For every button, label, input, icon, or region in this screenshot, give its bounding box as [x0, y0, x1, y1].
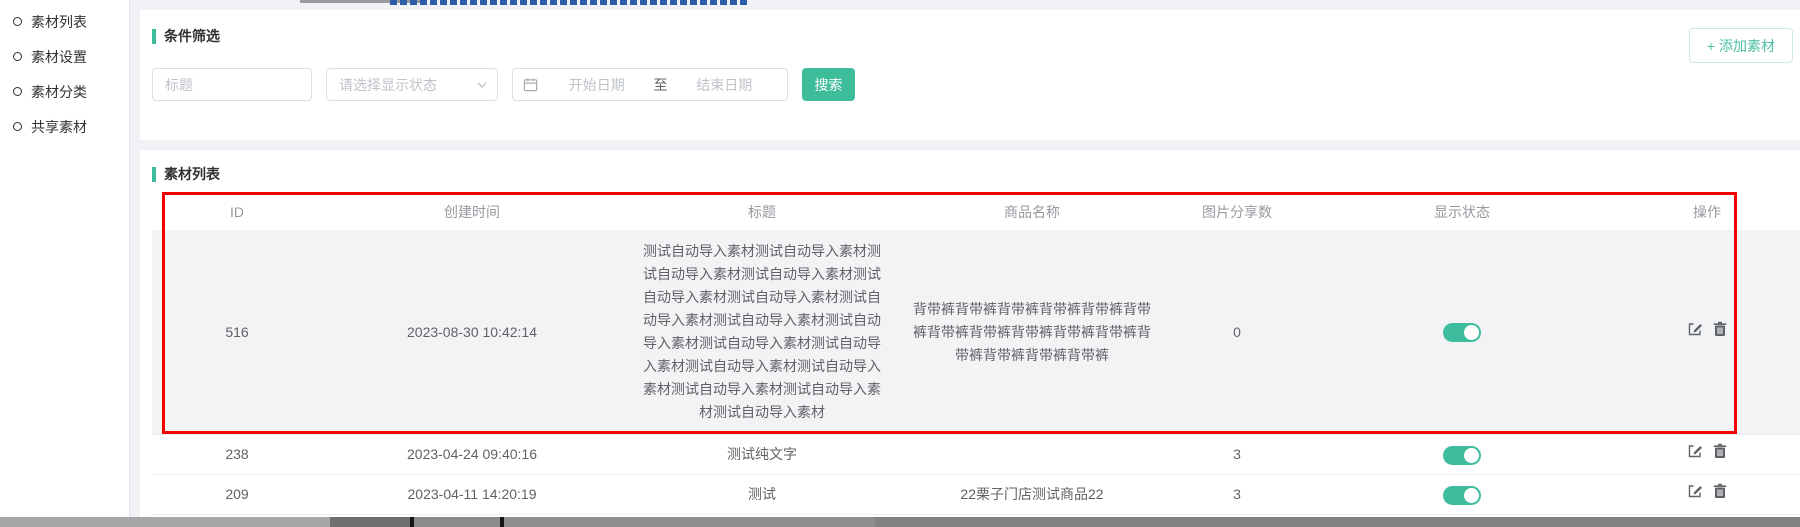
filter-row: 标题 请选择显示状态 开始日期 至 结束日期 搜索 — [152, 68, 1800, 101]
toggle-knob — [1464, 488, 1479, 503]
header-actions: 操作 — [1612, 194, 1800, 230]
material-table: ID 创建时间 标题 商品名称 图片分享数 显示状态 操作 516 2023-0… — [152, 194, 1800, 515]
display-status-toggle[interactable] — [1443, 446, 1481, 465]
trash-icon[interactable] — [1712, 483, 1728, 499]
toggle-knob — [1464, 325, 1479, 340]
sidebar-item-label: 素材列表 — [31, 12, 87, 32]
end-date-placeholder: 结束日期 — [672, 75, 778, 95]
cell-id: 516 — [152, 230, 322, 435]
cell-created-at: 2023-04-11 14:20:19 — [322, 475, 622, 515]
display-status-toggle[interactable] — [1443, 323, 1481, 342]
sidebar-item-material-category[interactable]: 素材分类 — [0, 74, 129, 109]
sidebar-item-shared-material[interactable]: 共享素材 — [0, 109, 129, 144]
sidebar-item-material-list[interactable]: 素材列表 — [0, 4, 129, 39]
edit-icon[interactable] — [1687, 483, 1703, 499]
cell-id: 209 — [152, 475, 322, 515]
filter-section-title: 条件筛选 — [152, 26, 1800, 46]
circle-bullet-icon — [13, 122, 22, 131]
circle-bullet-icon — [13, 87, 22, 96]
title-search-input[interactable]: 标题 — [152, 68, 312, 101]
add-material-label: 添加素材 — [1719, 38, 1775, 54]
green-accent-bar — [152, 29, 156, 44]
sidebar-item-material-settings[interactable]: 素材设置 — [0, 39, 129, 74]
calendar-icon — [523, 77, 538, 92]
search-button[interactable]: 搜索 — [802, 68, 855, 101]
cell-created-at: 2023-04-24 09:40:16 — [322, 435, 622, 475]
table-row: 209 2023-04-11 14:20:19 测试 22栗子门店测试商品22 … — [152, 475, 1800, 515]
sidebar: 素材列表 素材设置 素材分类 共享素材 — [0, 0, 130, 517]
plus-icon: + — [1707, 38, 1715, 54]
status-select-placeholder: 请选择显示状态 — [339, 75, 437, 95]
table-row: 238 2023-04-24 09:40:16 测试纯文字 3 — [152, 435, 1800, 475]
header-id: ID — [152, 194, 322, 230]
add-material-button[interactable]: + 添加素材 — [1689, 28, 1793, 63]
sidebar-item-label: 共享素材 — [31, 117, 87, 137]
filter-section-title-text: 条件筛选 — [164, 26, 220, 46]
cell-share-count: 3 — [1162, 475, 1312, 515]
trash-icon[interactable] — [1712, 321, 1728, 337]
header-share-count: 图片分享数 — [1162, 194, 1312, 230]
list-section-title-text: 素材列表 — [164, 164, 220, 184]
edit-icon[interactable] — [1687, 321, 1703, 337]
cell-title: 测试自动导入素材测试自动导入素材测试自动导入素材测试自动导入素材测试自动导入素材… — [622, 230, 902, 435]
edit-icon[interactable] — [1687, 443, 1703, 459]
table-header-row: ID 创建时间 标题 商品名称 图片分享数 显示状态 操作 — [152, 194, 1800, 230]
cell-product-name: 背带裤背带裤背带裤背带裤背带裤背带裤背带裤背带裤背带裤背带裤背带裤背带裤背带裤背… — [902, 230, 1162, 435]
green-accent-bar — [152, 167, 156, 182]
circle-bullet-icon — [13, 52, 22, 61]
cell-id: 238 — [152, 435, 322, 475]
header-created-at: 创建时间 — [322, 194, 622, 230]
title-input-placeholder: 标题 — [165, 75, 193, 95]
date-range-picker[interactable]: 开始日期 至 结束日期 — [512, 68, 788, 101]
bottom-scrollbar[interactable] — [0, 517, 1800, 527]
filter-card: 条件筛选 + 添加素材 标题 请选择显示状态 开始日期 — [140, 10, 1800, 140]
main-content: 条件筛选 + 添加素材 标题 请选择显示状态 开始日期 — [140, 0, 1800, 527]
cell-title: 测试 — [622, 475, 902, 515]
circle-bullet-icon — [13, 17, 22, 26]
list-section-title: 素材列表 — [152, 164, 1800, 184]
material-list-card: 素材列表 ID 创建时间 标题 商品名称 图片分享数 显示状态 — [140, 150, 1800, 517]
display-status-select[interactable]: 请选择显示状态 — [326, 68, 498, 101]
cell-product-name: 22栗子门店测试商品22 — [902, 475, 1162, 515]
display-status-toggle[interactable] — [1443, 486, 1481, 505]
chevron-down-icon — [477, 80, 487, 90]
sidebar-item-label: 素材设置 — [31, 47, 87, 67]
table-row: 516 2023-08-30 10:42:14 测试自动导入素材测试自动导入素材… — [152, 230, 1800, 435]
header-title: 标题 — [622, 194, 902, 230]
start-date-placeholder: 开始日期 — [544, 75, 650, 95]
header-display-status: 显示状态 — [1312, 194, 1612, 230]
cell-share-count: 0 — [1162, 230, 1312, 435]
sidebar-item-label: 素材分类 — [31, 82, 87, 102]
header-product-name: 商品名称 — [902, 194, 1162, 230]
cell-share-count: 3 — [1162, 435, 1312, 475]
trash-icon[interactable] — [1712, 443, 1728, 459]
cell-product-name — [902, 435, 1162, 475]
date-separator: 至 — [654, 75, 668, 95]
cell-created-at: 2023-08-30 10:42:14 — [322, 230, 622, 435]
toggle-knob — [1464, 448, 1479, 463]
cell-title: 测试纯文字 — [622, 435, 902, 475]
